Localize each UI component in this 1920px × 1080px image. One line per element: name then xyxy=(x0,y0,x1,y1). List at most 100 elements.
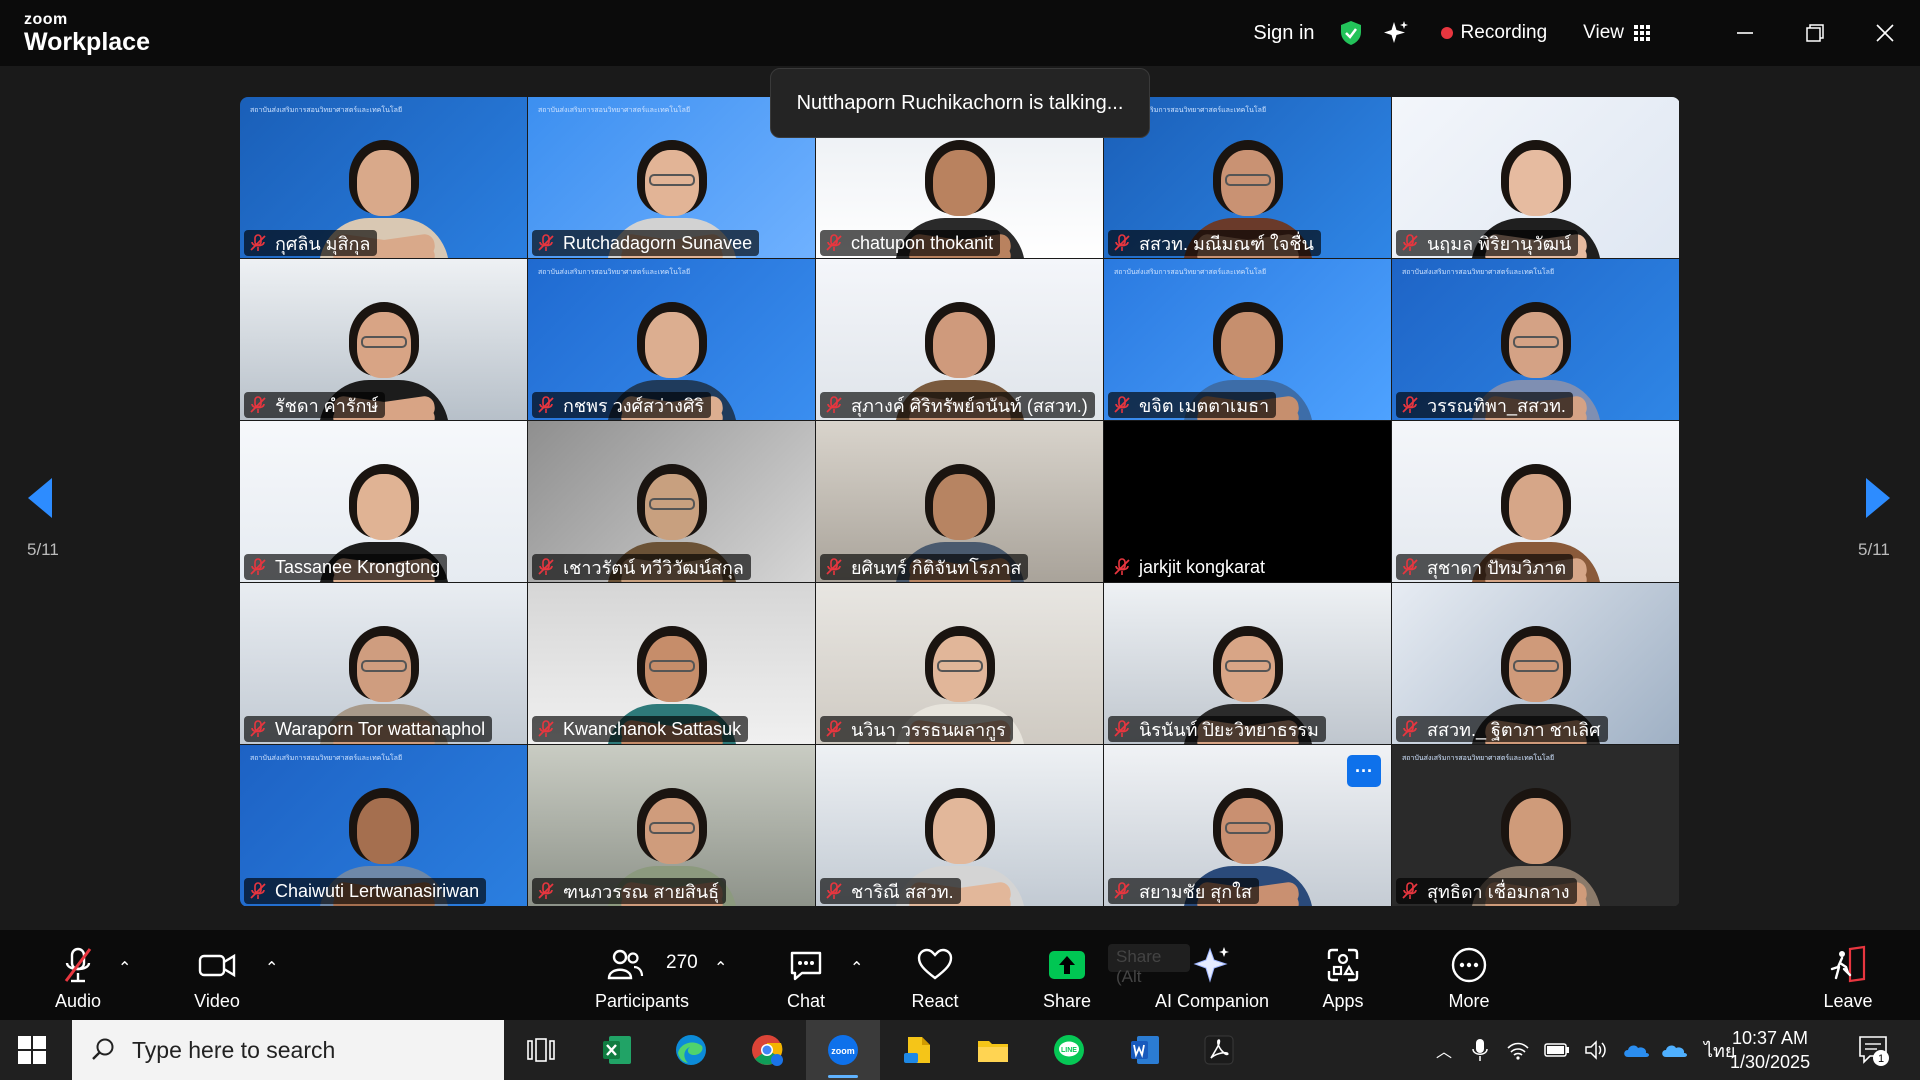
taskbar-clock[interactable]: 10:37 AM 1/30/2025 xyxy=(1730,1026,1810,1074)
file-explorer-icon[interactable] xyxy=(956,1020,1030,1080)
participant-video-tile[interactable]: ··· สยามชัย สุกใส xyxy=(1104,745,1392,907)
audio-options-chevron-icon[interactable]: ⌃ xyxy=(118,958,131,978)
active-speaker-toast: Nutthaporn Ruchikachorn is talking... xyxy=(770,68,1150,138)
participant-video-tile[interactable]: สถาบันส่งเสริมการสอนวิทยาศาสตร์และเทคโนโ… xyxy=(240,97,528,259)
encryption-shield-icon[interactable] xyxy=(1339,20,1363,46)
muted-mic-icon xyxy=(1114,720,1130,737)
participant-video-tile[interactable]: Tassanee Krongtong xyxy=(240,421,528,583)
clock-time: 10:37 AM xyxy=(1732,1028,1809,1048)
participant-name-tag: Chaiwuti Lertwanasiriwan xyxy=(244,878,487,904)
edge-browser-icon[interactable] xyxy=(654,1020,728,1080)
participant-video-tile[interactable]: สุชาดา ปัทมวิภาต xyxy=(1392,421,1680,583)
notification-center-icon[interactable]: 1 xyxy=(1856,1034,1892,1068)
meeting-toolbar: Audio ⌃ Video ⌃ Participants 270 ⌃ Chat … xyxy=(0,930,1920,1020)
minimize-button[interactable] xyxy=(1710,0,1780,66)
chat-bubble-icon xyxy=(790,951,822,981)
word-app-icon[interactable] xyxy=(1108,1020,1182,1080)
sign-in-button[interactable]: Sign in xyxy=(1253,22,1314,45)
chrome-browser-icon[interactable] xyxy=(730,1020,804,1080)
onedrive-sync-cloud-icon[interactable] xyxy=(1660,1041,1688,1059)
participant-video-tile[interactable]: jarkjit kongkarat xyxy=(1104,421,1392,583)
search-placeholder: Type here to search xyxy=(132,1036,336,1063)
taskbar-search-box[interactable]: Type here to search xyxy=(72,1020,504,1080)
muted-mic-icon xyxy=(538,234,554,251)
participant-video-tile[interactable]: สถาบันส่งเสริมการสอนวิทยาศาสตร์และเทคโนโ… xyxy=(528,259,816,421)
participant-name-tag: เชาวรัตน์ ทวีวิวัฒน์สกุล xyxy=(532,554,751,580)
muted-mic-icon xyxy=(250,558,266,575)
files-app-icon[interactable] xyxy=(882,1020,956,1080)
participants-button[interactable]: Participants xyxy=(590,930,694,1020)
windows-start-icon[interactable] xyxy=(18,1036,46,1064)
participant-video-tile[interactable]: Kwanchanok Sattasuk xyxy=(528,583,816,745)
participants-options-chevron-icon[interactable]: ⌃ xyxy=(714,958,727,978)
excel-app-icon[interactable] xyxy=(580,1020,654,1080)
acrobat-app-icon[interactable] xyxy=(1182,1020,1256,1080)
apps-button[interactable]: Apps xyxy=(1320,930,1366,1020)
participant-video-tile[interactable]: ฑนภวรรณ สายสินธุ์ xyxy=(528,745,816,907)
participant-video-tile[interactable]: Waraporn Tor wattanaphol xyxy=(240,583,528,745)
page-indicator-right: 5/11 xyxy=(1858,540,1890,559)
react-label: React xyxy=(911,991,959,1011)
chat-button[interactable]: Chat xyxy=(786,930,826,1020)
svg-text:zoom: zoom xyxy=(831,1046,855,1056)
battery-icon[interactable] xyxy=(1544,1042,1570,1058)
onedrive-cloud-icon[interactable] xyxy=(1622,1041,1650,1059)
restore-button[interactable] xyxy=(1780,0,1850,66)
previous-page-arrow-icon[interactable] xyxy=(26,476,56,520)
participant-count: 270 xyxy=(666,952,698,973)
line-app-icon[interactable]: LINE xyxy=(1032,1020,1106,1080)
react-button[interactable]: React xyxy=(908,930,962,1020)
wifi-icon[interactable] xyxy=(1506,1040,1530,1060)
video-camera-icon xyxy=(198,953,236,978)
participant-video-tile[interactable]: สุภางค์ ศิริทรัพย์จนันท์ (สสวท.) xyxy=(816,259,1104,421)
participant-name: สุชาดา ปัทมวิภาต xyxy=(1427,557,1567,578)
video-options-chevron-icon[interactable]: ⌃ xyxy=(265,958,278,978)
next-page-arrow-icon[interactable] xyxy=(1862,476,1892,520)
participant-video-tile[interactable]: สถาบันส่งเสริมการสอนวิทยาศาสตร์และเทคโนโ… xyxy=(240,745,528,907)
notification-count: 1 xyxy=(1878,1053,1884,1065)
chat-options-chevron-icon[interactable]: ⌃ xyxy=(850,958,863,978)
participant-video-tile[interactable]: เชาวรัตน์ ทวีวิวัฒน์สกุล xyxy=(528,421,816,583)
participant-video-tile[interactable]: สสวท._ ฐิตาภา ชาเลิศ xyxy=(1392,583,1680,745)
muted-mic-icon xyxy=(538,882,554,899)
recording-indicator[interactable]: Recording xyxy=(1440,22,1547,44)
volume-icon[interactable] xyxy=(1584,1040,1608,1060)
muted-mic-icon xyxy=(250,882,266,899)
clock-date: 1/30/2025 xyxy=(1730,1052,1811,1072)
participant-video-tile[interactable]: นฤมล พิริยานุวัฒน์ xyxy=(1392,97,1680,259)
participant-video-tile[interactable]: สถาบันส่งเสริมการสอนวิทยาศาสตร์และเทคโนโ… xyxy=(1392,745,1680,907)
microphone-tray-icon[interactable] xyxy=(1472,1038,1488,1062)
video-button[interactable]: Video xyxy=(186,930,248,1020)
ai-sparkle-icon[interactable] xyxy=(1383,20,1409,46)
participant-video-tile[interactable]: นิรนันท์ ปิยะวิทยาธรรม xyxy=(1104,583,1392,745)
share-button[interactable]: Share xyxy=(1040,930,1094,1020)
participant-video-tile[interactable]: ชาริณี สสวท. xyxy=(816,745,1104,907)
participant-name: สุทธิดา เชื่อมกลาง xyxy=(1427,881,1570,902)
recording-dot-icon xyxy=(1440,27,1453,39)
participant-name: Chaiwuti Lertwanasiriwan xyxy=(275,880,480,901)
more-button[interactable]: More xyxy=(1446,930,1492,1020)
ai-companion-button[interactable]: AI Companion xyxy=(1150,930,1274,1020)
zoom-app-icon[interactable]: zoom xyxy=(806,1020,880,1080)
tile-more-options-button[interactable]: ··· xyxy=(1347,755,1381,787)
heart-icon xyxy=(917,948,953,980)
participant-name-tag: Rutchadagorn Sunavee xyxy=(532,230,760,256)
participant-video-tile[interactable]: รัชดา คำรักษ์ xyxy=(240,259,528,421)
participant-name-tag: นฤมล พิริยานุวัฒน์ xyxy=(1396,230,1579,256)
show-hidden-icons-chevron-icon[interactable]: ︿ xyxy=(1436,1038,1462,1062)
close-icon xyxy=(1876,24,1894,42)
leave-button[interactable]: Leave xyxy=(1823,930,1873,1020)
participant-name-tag: Kwanchanok Sattasuk xyxy=(532,716,749,742)
participant-name: chatupon thokanit xyxy=(851,232,994,253)
view-button[interactable]: View xyxy=(1583,22,1650,44)
participant-video-tile[interactable]: สถาบันส่งเสริมการสอนวิทยาศาสตร์และเทคโนโ… xyxy=(1392,259,1680,421)
close-button[interactable] xyxy=(1850,0,1920,66)
participant-name: jarkjit kongkarat xyxy=(1139,556,1266,577)
participant-video-tile[interactable]: สถาบันส่งเสริมการสอนวิทยาศาสตร์และเทคโนโ… xyxy=(1104,259,1392,421)
audio-button[interactable]: Audio xyxy=(46,930,110,1020)
task-view-icon[interactable] xyxy=(504,1020,578,1080)
participant-video-tile[interactable]: นวินา วรรธนผลากูร xyxy=(816,583,1104,745)
participant-name-tag: ชาริณี สสวท. xyxy=(820,878,961,904)
participants-label: Participants xyxy=(594,991,690,1011)
participant-video-tile[interactable]: ยศินทร์ กิติจันทโรภาส xyxy=(816,421,1104,583)
